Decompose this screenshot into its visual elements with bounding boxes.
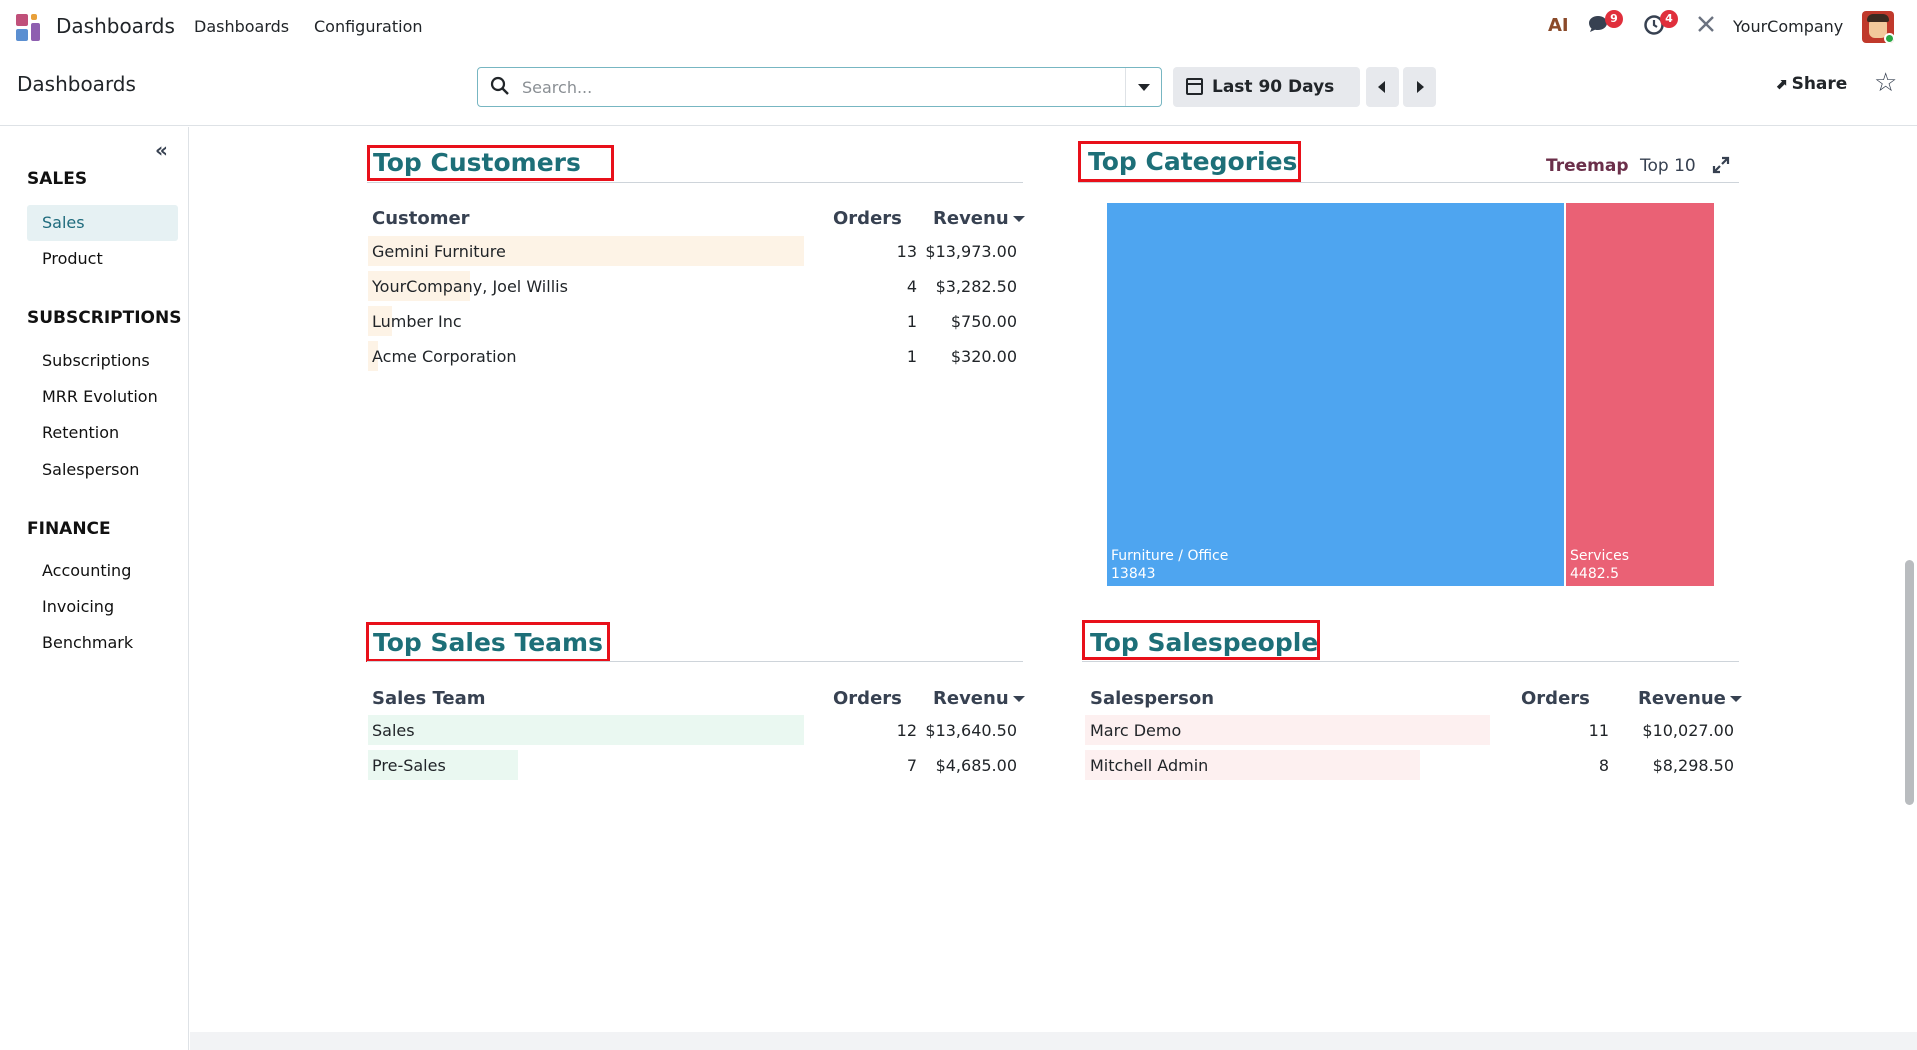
row-revenue: $13,973.00 xyxy=(925,242,1017,261)
row-name: Mitchell Admin xyxy=(1090,756,1209,775)
row-name: YourCompany, Joel Willis xyxy=(372,277,568,296)
treemap-cell-label: Furniture / Office 13843 xyxy=(1111,547,1228,583)
annotation-box xyxy=(1082,620,1320,660)
calendar-icon xyxy=(1186,78,1203,95)
annotation-box xyxy=(366,622,610,662)
column-header-customer[interactable]: Customer xyxy=(372,208,470,229)
sidebar-item-retention[interactable]: Retention xyxy=(27,415,178,451)
column-header-orders[interactable]: Orders xyxy=(1521,688,1590,709)
dashboard-sidebar: « SALES Sales Product SUBSCRIPTIONS Subs… xyxy=(0,127,189,1050)
messages-badge: 9 xyxy=(1605,10,1623,28)
column-header-orders[interactable]: Orders xyxy=(833,688,902,709)
date-filter-button[interactable]: Last 90 Days xyxy=(1173,67,1360,107)
menu-dashboards[interactable]: Dashboards xyxy=(194,17,289,36)
sort-desc-icon xyxy=(1012,696,1025,702)
annotation-box xyxy=(1078,141,1301,182)
share-label: Share xyxy=(1791,74,1848,94)
row-revenue: $320.00 xyxy=(950,347,1017,366)
sidebar-item-mrr-evolution[interactable]: MRR Evolution xyxy=(27,379,178,415)
company-switcher[interactable]: YourCompany xyxy=(1733,17,1843,36)
section-finance: FINANCE xyxy=(27,519,111,539)
sidebar-item-salesperson[interactable]: Salesperson xyxy=(27,452,178,488)
treemap-cell[interactable]: Furniture / Office 13843 xyxy=(1107,203,1564,586)
collapse-sidebar-icon[interactable]: « xyxy=(155,138,168,162)
treemap-category-name: Services xyxy=(1570,548,1630,564)
date-filter-label: Last 90 Days xyxy=(1212,77,1335,97)
sidebar-item-invoicing[interactable]: Invoicing xyxy=(27,589,178,625)
treemap-cell-label: Services 4482.5 xyxy=(1570,547,1629,583)
row-revenue: $10,027.00 xyxy=(1642,721,1734,740)
next-period-button[interactable] xyxy=(1403,67,1436,107)
user-avatar[interactable] xyxy=(1862,11,1894,43)
sidebar-item-benchmark[interactable]: Benchmark xyxy=(27,625,178,661)
section-sales: SALES xyxy=(27,169,88,189)
column-header-revenue[interactable]: Revenu xyxy=(933,208,1025,229)
row-name: Lumber Inc xyxy=(372,312,462,331)
column-header-revenue-label: Revenu xyxy=(933,688,1009,709)
search-input[interactable] xyxy=(522,74,1082,100)
favorite-star-icon[interactable]: ☆ xyxy=(1874,68,1897,98)
row-name: Gemini Furniture xyxy=(372,242,506,261)
treemap-mode-toggle[interactable]: Treemap xyxy=(1546,156,1629,176)
column-header-sales-team[interactable]: Sales Team xyxy=(372,688,485,709)
treemap-category-value: 13843 xyxy=(1111,566,1156,582)
row-orders: 8 xyxy=(1598,756,1609,775)
annotation-box xyxy=(367,145,614,181)
row-name: Pre-Sales xyxy=(372,756,446,775)
row-revenue: $8,298.50 xyxy=(1652,756,1734,775)
tools-icon[interactable] xyxy=(1696,14,1716,39)
sidebar-item-accounting[interactable]: Accounting xyxy=(27,553,178,589)
treemap-category-value: 4482.5 xyxy=(1570,566,1619,582)
activities-badge: 4 xyxy=(1660,10,1678,28)
search-icon xyxy=(490,76,509,95)
row-orders: 11 xyxy=(1588,721,1609,740)
row-revenue: $4,685.00 xyxy=(935,756,1017,775)
previous-period-button[interactable] xyxy=(1366,67,1399,107)
divider xyxy=(1078,182,1739,183)
column-header-revenue-label: Revenu xyxy=(933,208,1009,229)
menu-configuration[interactable]: Configuration xyxy=(314,17,423,36)
breadcrumb: Dashboards xyxy=(17,72,136,96)
section-subscriptions: SUBSCRIPTIONS xyxy=(27,308,182,328)
row-revenue: $13,640.50 xyxy=(925,721,1017,740)
top-10-selector[interactable]: Top 10 xyxy=(1640,156,1696,176)
page-scrollbar[interactable] xyxy=(1905,560,1914,805)
share-button[interactable]: ⬈ Share xyxy=(1775,74,1847,94)
sort-desc-icon xyxy=(1012,216,1025,222)
treemap-category-name: Furniture / Office xyxy=(1111,548,1229,564)
row-name: Acme Corporation xyxy=(372,347,517,366)
row-revenue: $3,282.50 xyxy=(935,277,1017,296)
expand-icon[interactable] xyxy=(1711,155,1731,179)
dashboards-app-icon[interactable] xyxy=(16,14,44,42)
treemap-cell[interactable]: Services 4482.5 xyxy=(1566,203,1714,586)
share-icon: ⬈ xyxy=(1775,75,1788,93)
search-options-toggle[interactable] xyxy=(1125,68,1161,106)
ai-icon[interactable]: AI xyxy=(1548,15,1569,36)
divider xyxy=(1082,661,1739,662)
divider xyxy=(367,661,1023,662)
sidebar-item-sales[interactable]: Sales xyxy=(27,205,178,241)
sidebar-item-product[interactable]: Product xyxy=(27,241,178,277)
control-panel: Dashboards Last 90 Days ⬈Share ☆ xyxy=(0,54,1917,126)
column-header-orders[interactable]: Orders xyxy=(833,208,902,229)
row-name: Marc Demo xyxy=(1090,721,1182,740)
app-name[interactable]: Dashboards xyxy=(56,14,175,38)
row-revenue: $750.00 xyxy=(950,312,1017,331)
row-name: Sales xyxy=(372,721,415,740)
search-bar[interactable] xyxy=(477,67,1162,107)
sidebar-item-subscriptions[interactable]: Subscriptions xyxy=(27,343,178,379)
top-navbar: Dashboards Dashboards Configuration AI 9… xyxy=(0,0,1917,54)
footer-band xyxy=(190,1032,1917,1050)
column-header-salesperson[interactable]: Salesperson xyxy=(1090,688,1214,709)
column-header-revenue[interactable]: Revenu xyxy=(933,688,1025,709)
sort-desc-icon xyxy=(1729,696,1742,702)
divider xyxy=(367,182,1023,183)
column-header-revenue-label: Revenue xyxy=(1638,688,1726,709)
share-bar xyxy=(368,715,804,745)
column-header-revenue[interactable]: Revenue xyxy=(1638,688,1742,709)
